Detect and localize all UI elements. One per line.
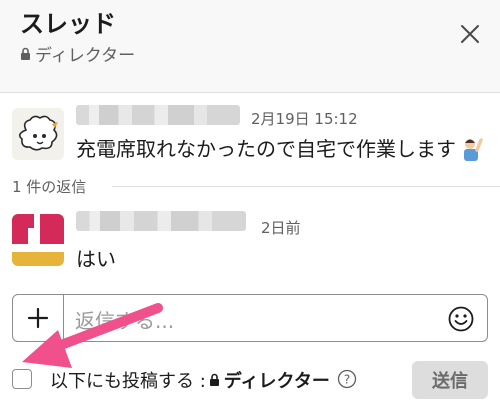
reply-composer[interactable]: 返信する...: [12, 294, 488, 342]
close-icon[interactable]: [454, 18, 486, 50]
send-button[interactable]: 送信: [412, 361, 488, 399]
redacted-username: [76, 211, 246, 231]
message-text: 充電席取れなかったので自宅で作業します: [76, 133, 484, 162]
lock-icon: [21, 47, 30, 60]
emoji-icon[interactable]: [447, 305, 475, 333]
help-icon[interactable]: ?: [337, 369, 357, 389]
plus-icon: [27, 307, 49, 329]
thread-channel[interactable]: ディレクター: [20, 41, 135, 66]
channel-name: ディレクター: [35, 46, 136, 66]
message-timestamp[interactable]: 2月19日 15:12: [251, 108, 358, 129]
reply-input-placeholder[interactable]: 返信する...: [75, 305, 174, 334]
divider: [112, 186, 500, 187]
lock-icon: [209, 373, 219, 386]
message-timestamp[interactable]: 2日前: [261, 217, 301, 238]
attach-button[interactable]: [13, 295, 64, 341]
message-body: 充電席取れなかったので自宅で作業します: [76, 137, 456, 161]
thread-header: スレッド ディレクター: [0, 0, 500, 93]
avatar[interactable]: [12, 108, 64, 160]
logo-avatar-icon: [12, 214, 64, 266]
svg-text:?: ?: [344, 373, 350, 387]
also-post-label: 以下にも投稿する : ディレクター: [50, 367, 330, 393]
reply-count: 1 件の返信: [12, 178, 87, 196]
thread-title: スレッド: [20, 10, 116, 38]
redacted-username: [76, 105, 240, 125]
message-text: はい: [76, 247, 116, 271]
also-post-channel-name: ディレクター: [223, 371, 330, 392]
also-post-text: 以下にも投稿する :: [50, 371, 206, 392]
avatar[interactable]: [12, 214, 64, 266]
also-post-checkbox[interactable]: [12, 369, 32, 389]
also-post-channel: ディレクター: [206, 367, 330, 393]
person-raising-hand-emoji-icon: [464, 138, 483, 161]
sheep-avatar-icon: [12, 108, 64, 160]
